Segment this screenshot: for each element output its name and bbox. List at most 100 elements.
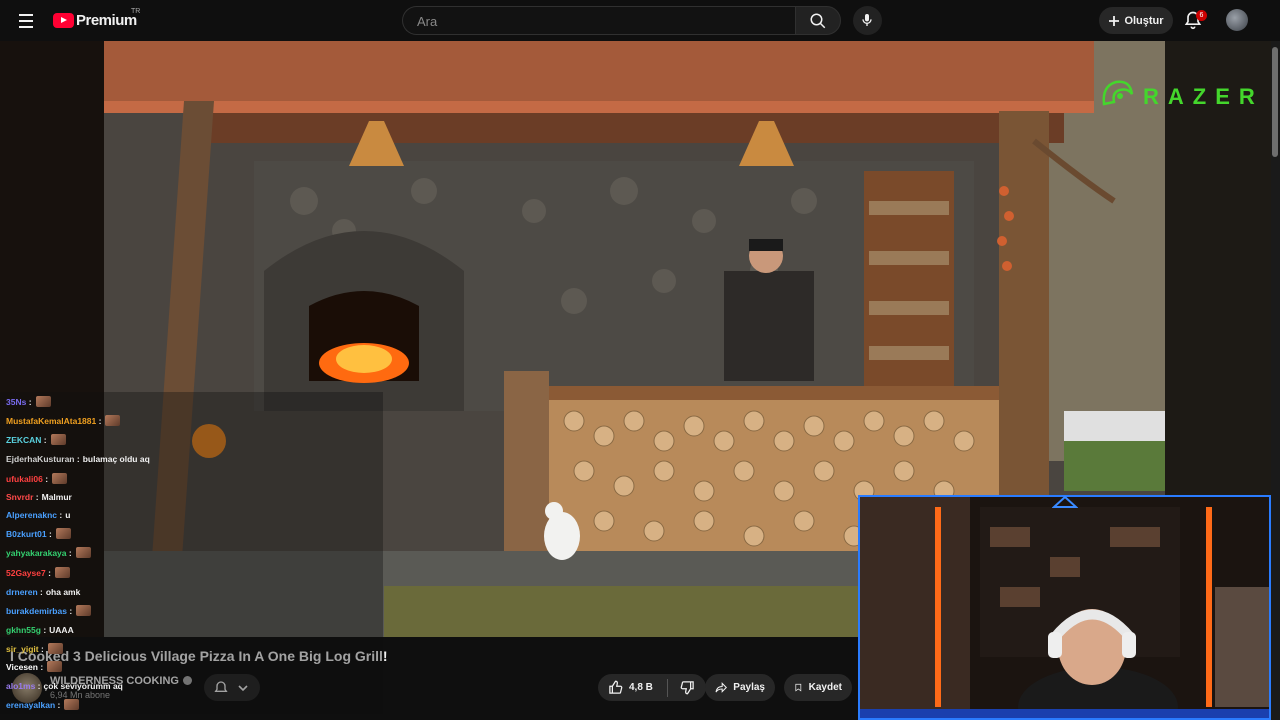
chat-separator: : [38, 643, 44, 654]
chat-message: 35Ns : [6, 396, 51, 407]
chat-text: çok seviyorumm aq [43, 681, 123, 691]
search-button[interactable] [795, 6, 841, 35]
webcam-scene [860, 497, 1269, 718]
chat-emote [47, 661, 63, 672]
youtube-premium-logo[interactable]: Premium TR [53, 8, 140, 29]
chat-emote [75, 547, 91, 558]
menu-icon[interactable] [14, 10, 38, 32]
chat-emote [105, 415, 121, 426]
chat-username: sir_yigit [6, 643, 39, 654]
chat-message: MustafaKemalAta1881 : [6, 415, 121, 426]
chat-username: MustafaKemalAta1881 [6, 415, 97, 426]
chat-message: erenayalkan : [6, 699, 80, 710]
search-icon [810, 13, 826, 29]
scrollbar-thumb[interactable] [1272, 47, 1278, 157]
notification-badge: 6 [1196, 10, 1207, 21]
razer-snake-icon [1102, 80, 1134, 106]
save-label: Kaydet [808, 682, 842, 693]
chat-username: ufukali06 [6, 473, 43, 484]
microphone-icon [862, 14, 872, 26]
save-button[interactable]: Kaydet [784, 674, 852, 701]
chat-username: B0zkurt01 [6, 528, 47, 539]
chat-message: Snvrdr : Malmur [6, 492, 72, 502]
chat-message: gkhn55g : UAAA [6, 625, 74, 635]
chat-text: oha amk [45, 587, 81, 597]
chat-separator: : [74, 454, 80, 464]
chat-message: Vicesen : [6, 661, 63, 672]
chat-emote [50, 434, 66, 445]
chat-separator: : [42, 473, 49, 484]
chat-username: EjderhaKusturan [6, 454, 75, 464]
razer-brand-text: RAZER [1143, 84, 1264, 109]
top-bar: Premium TR Oluştur 6 [0, 0, 1280, 41]
chat-username: 52Gayse7 [6, 567, 46, 578]
chat-message: 52Gayse7 : [6, 567, 70, 578]
chat-separator: : [45, 567, 51, 578]
chat-username: burakdemirbas [6, 605, 67, 616]
chat-separator: : [55, 699, 61, 710]
stream-chat-overlay: 35Ns : MustafaKemalAta1881 : ZEKCAN : Ej… [0, 392, 383, 714]
webcam-frame-logo-icon [1052, 495, 1078, 508]
chat-message: Alperenaknc :u [6, 510, 70, 520]
voice-search-button[interactable] [853, 6, 882, 35]
chat-separator: : [40, 625, 47, 635]
chat-text: u [65, 510, 71, 520]
bookmark-icon [795, 683, 802, 692]
chat-emote [35, 396, 51, 407]
chat-message: sir_yigit : [6, 643, 63, 654]
chat-emote [64, 699, 80, 710]
chat-message: yahyakarakaya : [6, 547, 91, 558]
chat-username: 35Ns [6, 396, 27, 407]
chat-emote [47, 643, 63, 654]
thumbs-down-icon[interactable] [680, 680, 695, 695]
chat-emote [54, 567, 70, 578]
chat-username: yahyakarakaya [6, 547, 67, 558]
streamer-webcam [858, 495, 1271, 720]
chat-separator: : [66, 547, 72, 558]
chat-emote [52, 473, 68, 484]
chat-text: bulamaç oldu aq [82, 454, 150, 464]
like-divider [666, 678, 668, 697]
chat-emote [76, 605, 92, 616]
chat-message: B0zkurt01 : [6, 528, 71, 539]
chat-separator: : [35, 681, 41, 691]
chat-separator: : [33, 492, 39, 502]
page-scrollbar[interactable] [1271, 41, 1280, 720]
chat-message: burakdemirbas : [6, 605, 92, 616]
chat-separator: : [46, 528, 52, 539]
chat-separator: : [57, 510, 63, 520]
search-input[interactable] [415, 13, 779, 30]
chat-separator: : [26, 396, 32, 407]
chat-message: ufukali06 : [6, 473, 68, 484]
chat-message: alo1ms : çok seviyorumm aq [6, 681, 123, 691]
plus-icon [1109, 15, 1120, 26]
chat-username: Vicesen [6, 661, 38, 672]
chat-separator: : [66, 605, 73, 616]
country-code: TR [131, 8, 141, 15]
chat-username: Snvrdr [6, 492, 34, 502]
chat-message: ZEKCAN : [6, 434, 66, 445]
logo-text: Premium [76, 12, 137, 29]
chat-username: drneren [6, 587, 38, 597]
chat-separator: : [37, 661, 44, 672]
share-button[interactable]: Paylaş [705, 674, 775, 701]
chat-text: UAAA [49, 625, 74, 635]
chat-message: drneren : oha amk [6, 587, 80, 597]
chat-text: Malmur [41, 492, 72, 502]
chat-separator: : [96, 415, 102, 426]
chat-username: gkhn55g [6, 625, 41, 635]
chat-username: ZEKCAN [6, 434, 42, 445]
share-icon [715, 682, 727, 693]
share-label: Paylaş [733, 682, 765, 693]
thumbs-up-icon [609, 680, 623, 694]
chat-username: erenayalkan [6, 699, 56, 710]
youtube-play-icon [53, 13, 74, 28]
chat-username: Alperenaknc [6, 510, 58, 520]
create-label: Oluştur [1124, 14, 1164, 27]
chat-separator: : [41, 434, 47, 445]
account-avatar[interactable] [1226, 9, 1248, 31]
like-count: 4,8 B [629, 682, 653, 693]
like-button[interactable]: 4,8 B [598, 674, 706, 701]
chat-message: EjderhaKusturan : bulamaç oldu aq [6, 454, 150, 464]
create-button[interactable]: Oluştur [1099, 7, 1173, 34]
